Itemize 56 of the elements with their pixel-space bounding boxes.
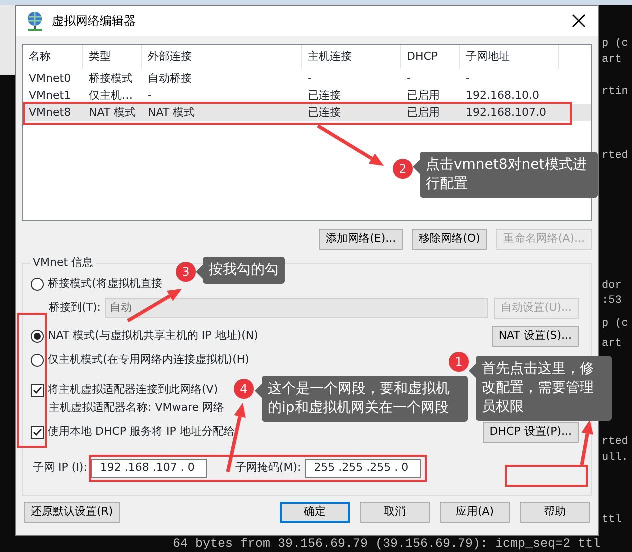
network-globe-icon (26, 11, 44, 31)
checkbox[interactable] (31, 384, 44, 396)
subnet-ip-label: 子网 IP (I): (33, 460, 88, 476)
terminal-text: p (c (602, 38, 628, 51)
nat-settings-button[interactable]: NAT 设置(S)... (492, 326, 579, 346)
radio-button[interactable] (31, 278, 44, 290)
dialog-button[interactable]: 取消 (360, 502, 430, 523)
terminal-text: rted (602, 150, 628, 163)
checkbox-label[interactable]: 将主机虚拟适配器连接到此网络(V) (48, 382, 218, 398)
terminal-text: dor (602, 280, 622, 293)
checkbox-label[interactable]: 使用本地 DHCP 服务将 IP 地址分配给 (48, 424, 235, 440)
radio-label[interactable]: 桥接模式(将虚拟机直接 (48, 276, 162, 292)
annotation-arrow (580, 420, 594, 466)
terminal-text: rtin (602, 86, 628, 99)
dialog-button[interactable]: 帮助 (520, 502, 590, 523)
bridge-to-label: 桥接到(T): (49, 300, 102, 316)
window-title: 虚拟网络编辑器 (52, 13, 137, 30)
terminal-line: 64 bytes from 39.156.69.79 (39.156.69.79): icmp_seq=2 ttl (172, 538, 602, 551)
terminal-text: art (602, 54, 622, 67)
subnet-ip-field[interactable]: 192 .168 .107 . 0 (91, 459, 208, 478)
dhcp-settings-button[interactable]: DHCP 设置(P)... (482, 422, 579, 442)
subnet-mask-label: 子网掩码(M): (235, 460, 302, 476)
column-header[interactable]: 主机连接 (302, 45, 401, 69)
annotation-callout: 首先点击这里，修改配置，需要管理员权限 (476, 356, 612, 421)
network-button[interactable]: 添加网络(E)... (319, 229, 404, 250)
annotation-callout: 按我勾的勾 (203, 257, 285, 284)
column-header[interactable]: 类型 (83, 45, 142, 69)
network-button[interactable]: 移除网络(O) (412, 229, 488, 250)
close-icon (572, 14, 586, 28)
terminal-text: ttl (602, 514, 622, 527)
radio-label[interactable]: NAT 模式(与虚拟机共享主机的 IP 地址)(N) (48, 328, 258, 344)
terminal-text: :53 (602, 295, 622, 308)
network-row[interactable]: VMnet1 仅主机… - 已连接 已启用 192.168.10.0 (23, 87, 591, 104)
subnet-mask-field[interactable]: 255 .255 .255 . 0 (305, 459, 422, 478)
terminal-text: p (c (602, 318, 628, 331)
terminal-text: rted (602, 436, 628, 449)
dialog-button[interactable]: 应用(A) (440, 502, 510, 523)
adapter-name-text: 主机虚拟适配器名称: VMware 网络 (49, 400, 225, 416)
column-header[interactable]: 名称 (23, 45, 83, 69)
terminal-text: ull. (602, 452, 628, 465)
annotation-arrow (317, 124, 384, 166)
radio-button[interactable] (31, 354, 44, 366)
column-header[interactable]: 外部连接 (142, 45, 302, 69)
dialog-button[interactable]: 确定 (280, 502, 350, 523)
annotation-callout: 这个是一个网段，要和虚拟机的ip和虚拟机网关在一个网段 (262, 376, 468, 422)
network-row[interactable]: VMnet8 NAT 模式 NAT 模式 已连接 已启用 192.168.107.0 (23, 104, 591, 121)
group-title: VMnet 信息 (31, 256, 96, 270)
radio-button[interactable] (31, 330, 44, 342)
dialog-button[interactable]: 还原默认设置(R) (24, 502, 120, 523)
column-header[interactable]: DHCP (401, 45, 460, 69)
column-header[interactable]: 子网地址 (460, 45, 559, 69)
terminal-text: art (602, 338, 622, 351)
radio-label[interactable]: 仅主机模式(在专用网络内连接虚拟机)(H) (48, 352, 250, 368)
annotation-callout: 点击vmnet8对net模式进行配置 (420, 152, 598, 198)
checkbox[interactable] (31, 426, 44, 438)
network-row[interactable]: VMnet0 桥接模式 自动桥接 - - - (23, 70, 591, 87)
